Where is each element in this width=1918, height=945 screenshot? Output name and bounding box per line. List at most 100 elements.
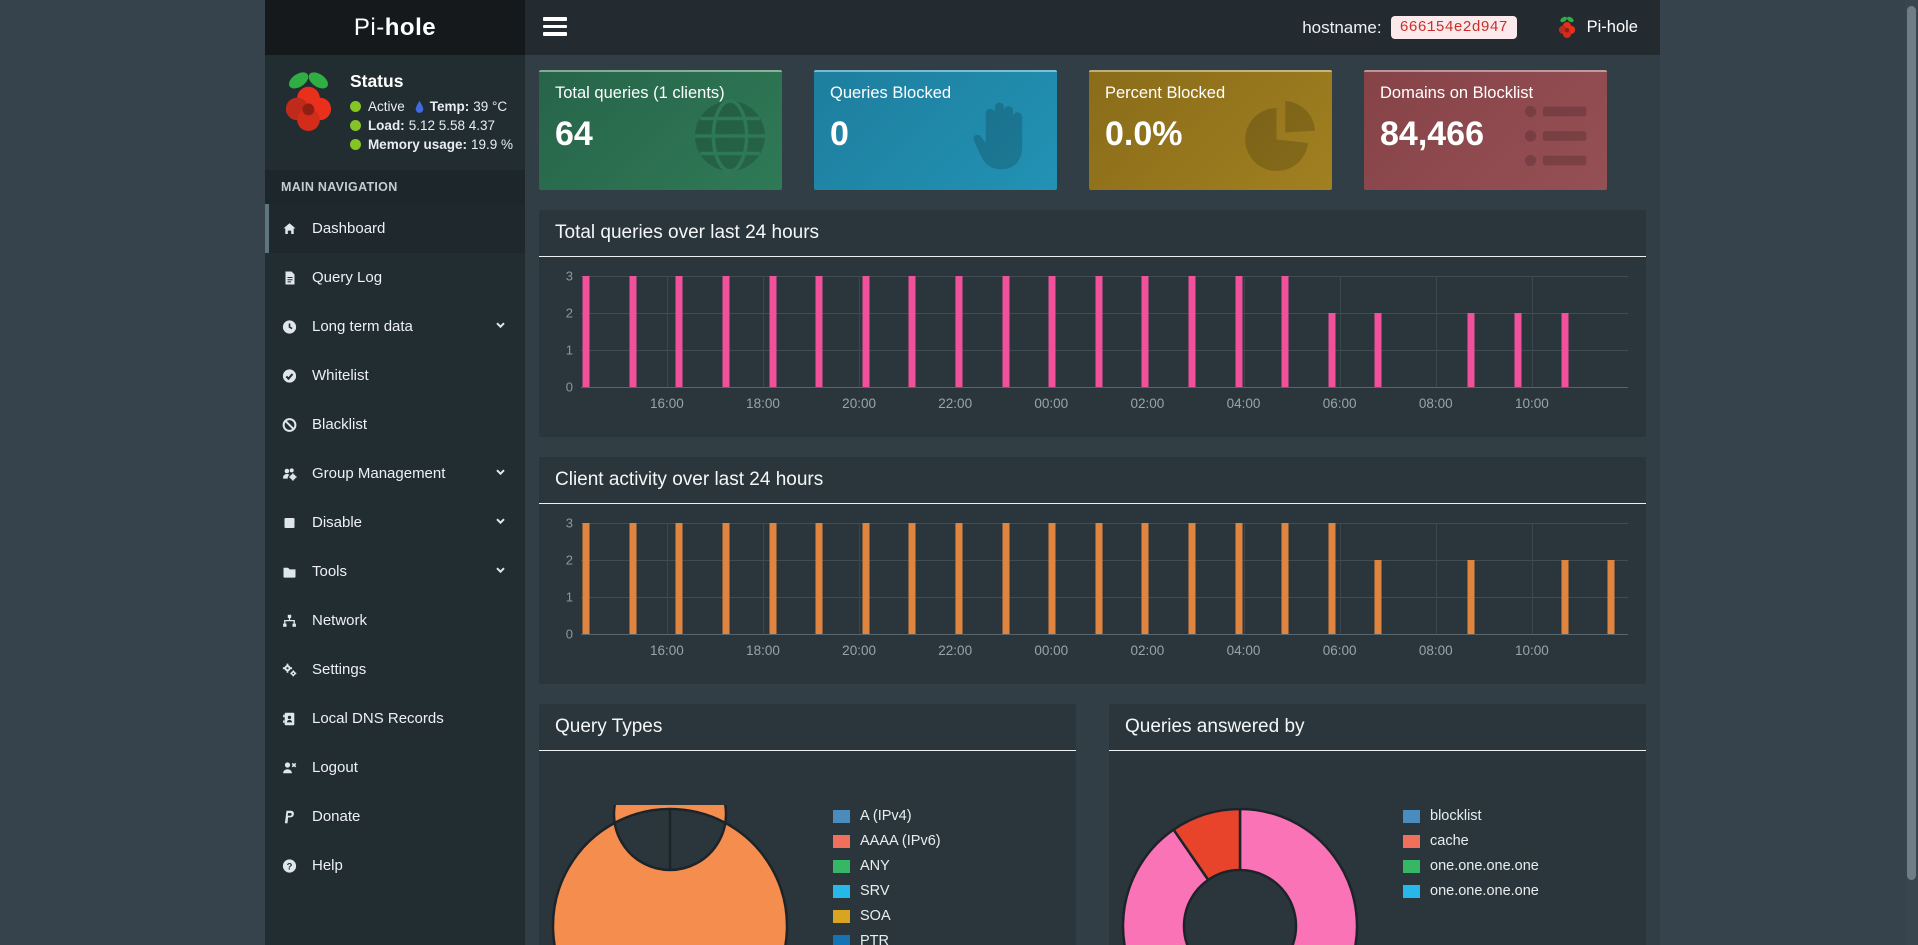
bar[interactable] [1281,523,1289,634]
queries-answered-chart[interactable]: blocklist cache one.one.one.one one.one.one… [1109,751,1646,945]
sidebar-item-label: Dashboard [312,220,386,237]
bar[interactable] [908,276,916,387]
bar[interactable] [1374,313,1382,387]
bar[interactable] [1141,523,1149,634]
total-queries-chart[interactable]: 3 2 1 0 16:00 18:00 20:00 22:00 00:00 02:00 04:00 0… [539,257,1646,437]
sidebar-logo[interactable]: Pi-hole [265,0,525,55]
bar[interactable] [629,276,637,387]
bar[interactable] [1467,560,1475,634]
gridline [581,276,1628,277]
users-gear-icon [283,467,297,481]
panel-header: Total queries over last 24 hours [539,210,1646,257]
scrollbar-thumb[interactable] [1907,6,1916,880]
card-percent-blocked[interactable]: Percent Blocked 0.0% [1089,70,1332,190]
bar[interactable] [769,523,777,634]
legend-item[interactable]: one.one.one.one [1403,883,1539,899]
gridline [1531,276,1533,387]
legend-item[interactable]: PTR [833,933,941,945]
legend-item[interactable]: blocklist [1403,808,1539,824]
legend-item[interactable]: cache [1403,833,1539,849]
bar[interactable] [1095,276,1103,387]
sidebar-item-settings[interactable]: Settings [265,645,525,694]
sidebar-item-query-log[interactable]: Query Log [265,253,525,302]
legend-item[interactable]: ANY [833,858,941,874]
bar[interactable] [955,276,963,387]
x-axis-tick: 20:00 [842,643,876,658]
bar[interactable] [955,523,963,634]
bar[interactable] [1235,276,1243,387]
page-scrollbar[interactable] [1905,0,1918,945]
hamburger-menu-icon[interactable] [543,17,567,38]
brand-prefix: Pi- [353,14,385,41]
status-active-row: Active Temp: 39 °C [349,99,513,114]
panel-title: Client activity over last 24 hours [555,469,824,490]
sidebar-item-dashboard[interactable]: Dashboard [265,204,525,253]
gridline [1531,523,1533,634]
chevron-down-icon [492,513,509,533]
bar[interactable] [629,523,637,634]
bar[interactable] [675,523,683,634]
bar[interactable] [1002,276,1010,387]
bar[interactable] [1095,523,1103,634]
sidebar-item-tools[interactable]: Tools [265,547,525,596]
gridline [1435,276,1437,387]
bar[interactable] [1002,523,1010,634]
x-axis-tick: 06:00 [1322,643,1357,658]
legend-swatch [833,884,850,898]
bar[interactable] [1561,560,1569,634]
bar[interactable] [862,276,870,387]
sidebar-item-help[interactable]: ? Help [265,841,525,890]
navbar-right: hostname: 666154e2d947 Pi-hole [1302,0,1638,55]
legend-item[interactable]: one.one.one.one [1403,858,1539,874]
sidebar-item-local-dns-records[interactable]: Local DNS Records [265,694,525,743]
bar[interactable] [815,523,823,634]
bar[interactable] [769,276,777,387]
bar[interactable] [1281,276,1289,387]
x-axis-tick: 18:00 [746,396,780,411]
card-total-queries-1-clients-[interactable]: Total queries (1 clients) 64 [539,70,782,190]
legend-item[interactable]: SRV [833,883,941,899]
gridline [1339,523,1341,634]
bar[interactable] [1607,560,1615,634]
card-domains-on-blocklist[interactable]: Domains on Blocklist 84,466 [1364,70,1607,190]
sidebar-item-disable[interactable]: Disable [265,498,525,547]
legend-item[interactable]: A (IPv4) [833,808,941,824]
bar[interactable] [582,276,590,387]
bar[interactable] [815,276,823,387]
bar[interactable] [1374,560,1382,634]
legend-item[interactable]: SOA [833,908,941,924]
bar[interactable] [1141,276,1149,387]
bar[interactable] [1328,523,1336,634]
bar[interactable] [1467,313,1475,387]
sidebar-item-blacklist[interactable]: Blacklist [265,400,525,449]
card-queries-blocked[interactable]: Queries Blocked 0 [814,70,1057,190]
sidebar-item-long-term-data[interactable]: Long term data [265,302,525,351]
bar[interactable] [1514,313,1522,387]
sidebar-item-donate[interactable]: Donate [265,792,525,841]
bar[interactable] [1048,276,1056,387]
sidebar-item-whitelist[interactable]: Whitelist [265,351,525,400]
chevron-down-icon [492,317,509,337]
bar[interactable] [582,523,590,634]
bar[interactable] [1328,313,1336,387]
bar[interactable] [908,523,916,634]
main-content: Total queries (1 clients) 64 Queries Block… [525,55,1660,945]
sidebar-item-logout[interactable]: Logout [265,743,525,792]
bar[interactable] [1561,313,1569,387]
bar[interactable] [722,523,730,634]
bar[interactable] [1188,523,1196,634]
bar[interactable] [675,276,683,387]
bar[interactable] [1188,276,1196,387]
bar[interactable] [722,276,730,387]
sidebar-item-group-management[interactable]: Group Management [265,449,525,498]
sidebar-item-label: Help [312,857,343,874]
legend-item[interactable]: AAAA (IPv6) [833,833,941,849]
bar[interactable] [1235,523,1243,634]
bar[interactable] [862,523,870,634]
sidebar-item-label: Logout [312,759,358,776]
bar[interactable] [1048,523,1056,634]
query-types-chart[interactable]: A (IPv4)AAAA (IPv6)ANYSRVSOAPTRTXTNAPTR [539,751,1076,945]
client-activity-chart[interactable]: 3 2 1 0 16:00 18:00 20:00 22:00 00:00 02:00 04:00 0… [539,504,1646,684]
x-axis-tick: 04:00 [1226,643,1261,658]
sidebar-item-network[interactable]: Network [265,596,525,645]
